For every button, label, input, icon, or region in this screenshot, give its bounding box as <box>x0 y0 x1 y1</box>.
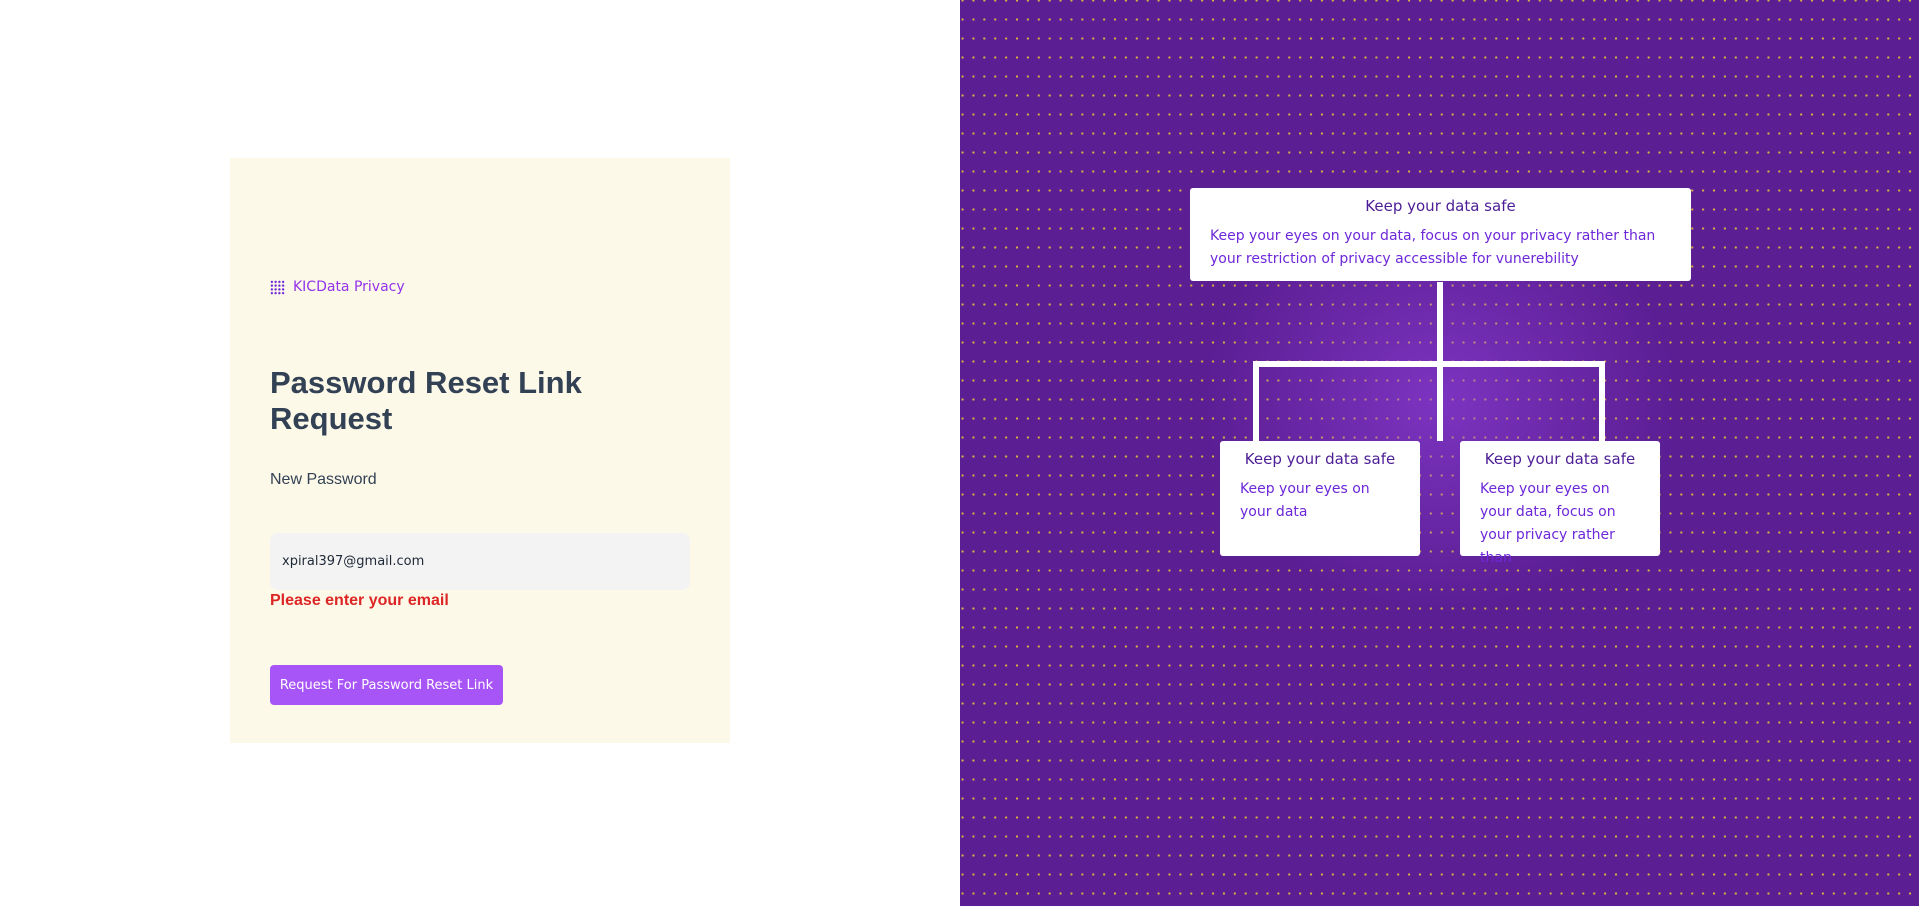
child-card-text: Keep your eyes on your data <box>1240 481 1370 520</box>
child-card-title: Keep your data safe <box>1244 450 1396 468</box>
brand-name: KICData Privacy <box>293 279 405 295</box>
connector-right-drop <box>1599 361 1605 441</box>
root-card: Keep your data safe Keep your eyes on yo… <box>1190 188 1691 281</box>
form-pane: KICData Privacy Password Reset Link Requ… <box>0 0 960 906</box>
connector-horizontal <box>1253 361 1605 367</box>
child-card-title: Keep your data safe <box>1484 450 1636 468</box>
field-label: New Password <box>270 471 377 488</box>
child-card-text: Keep your eyes on your data, focus on yo… <box>1480 481 1616 566</box>
email-field[interactable] <box>270 533 690 590</box>
root-card-text: Keep your eyes on your data, focus on yo… <box>1210 228 1656 267</box>
request-reset-link-button[interactable]: Request For Password Reset Link <box>270 665 503 705</box>
grid-dots-icon <box>270 279 285 295</box>
connector-left-drop <box>1253 361 1259 441</box>
child-card-left: Keep your data safe Keep your eyes on yo… <box>1220 441 1420 556</box>
hero-pane: Keep your data safe Keep your eyes on yo… <box>960 0 1919 906</box>
brand[interactable]: KICData Privacy <box>270 279 405 295</box>
error-message: Please enter your email <box>270 592 449 609</box>
child-card-right: Keep your data safe Keep your eyes on yo… <box>1460 441 1660 566</box>
root-card-title: Keep your data safe <box>1365 197 1516 215</box>
page-title: Password Reset Link Request <box>270 365 582 436</box>
reset-card: KICData Privacy Password Reset Link Requ… <box>230 158 730 743</box>
